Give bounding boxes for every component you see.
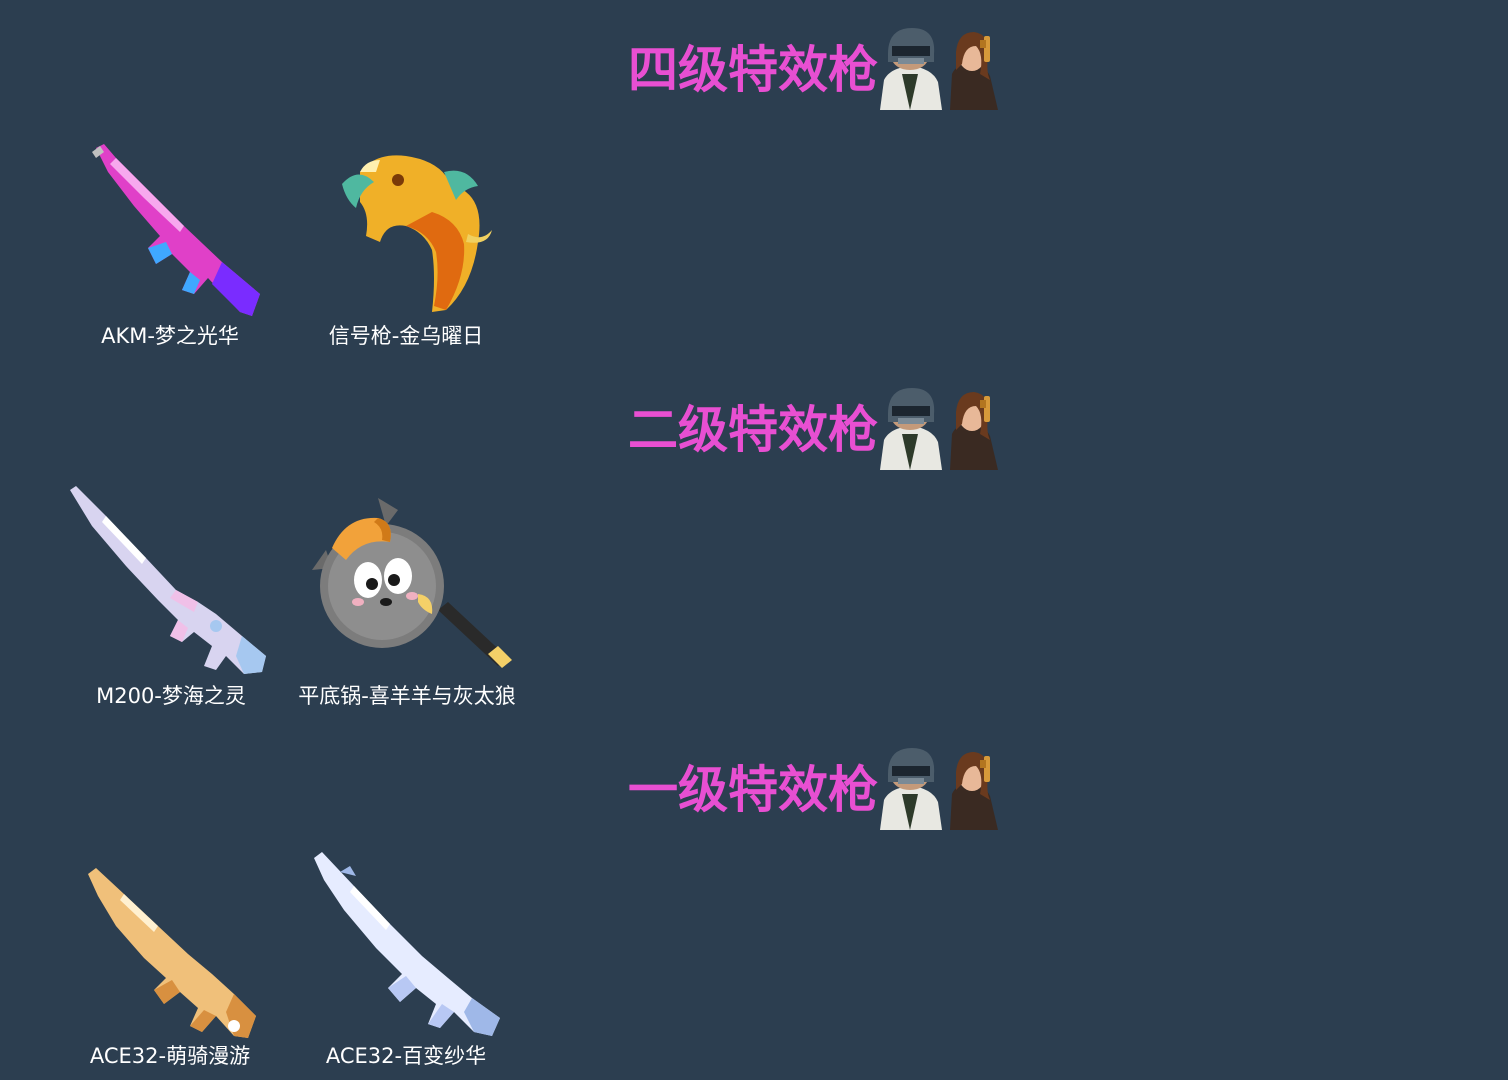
skin-card[interactable]: ACE32-百变纱华	[306, 850, 506, 1070]
pubg-characters-icon	[880, 748, 998, 830]
skin-card[interactable]: 平底锅-喜羊羊与灰太狼	[284, 490, 530, 710]
skin-card[interactable]: 信号枪-金乌曜日	[306, 140, 506, 350]
ace32-rifle-gold-skin-icon	[88, 868, 256, 1038]
section-title: 二级特效枪	[628, 401, 878, 459]
tier-two-section: 二级特效枪 M200-梦海之灵 平底锅-喜羊羊与灰太狼	[0, 360, 1508, 720]
flare-gun-golden-bird-skin-icon	[342, 155, 492, 312]
skin-name-label: 信号枪-金乌曜日	[328, 324, 484, 348]
m200-sniper-pearl-skin-icon	[70, 486, 266, 674]
section-title: 一级特效枪	[628, 761, 878, 819]
section-heading: 一级特效枪	[628, 740, 1002, 830]
akm-rifle-pink-skin-icon	[92, 144, 260, 316]
skin-name-label: ACE32-萌骑漫游	[89, 1044, 251, 1068]
skin-card[interactable]: ACE32-萌骑漫游	[70, 860, 270, 1070]
skin-name-label: AKM-梦之光华	[101, 324, 239, 348]
skin-name-label: 平底锅-喜羊羊与灰太狼	[298, 684, 516, 708]
tier-one-section: 一级特效枪 ACE32-萌骑漫游 ACE32-百变纱华	[0, 720, 1508, 1080]
skin-name-label: ACE32-百变纱华	[325, 1044, 487, 1068]
section-heading: 四级特效枪	[628, 20, 1002, 110]
pubg-characters-icon	[880, 28, 998, 110]
tier-four-section: 四级特效枪 AKM-梦之光华 信号枪-金乌曜日	[0, 0, 1508, 360]
pubg-characters-icon	[880, 388, 998, 470]
skin-card[interactable]: AKM-梦之光华	[70, 140, 270, 350]
skin-showcase-page: 四级特效枪 AKM-梦之光华 信号枪-金乌曜日 二级特效枪 M200-梦海之灵 …	[0, 0, 1508, 1080]
skin-name-label: M200-梦海之灵	[96, 684, 246, 708]
frying-pan-grey-wolf-skin-icon	[312, 498, 512, 668]
ace32-rifle-crystal-skin-icon	[314, 852, 500, 1036]
section-title: 四级特效枪	[628, 41, 878, 99]
section-heading: 二级特效枪	[628, 380, 1002, 470]
skin-card[interactable]: M200-梦海之灵	[66, 484, 276, 710]
